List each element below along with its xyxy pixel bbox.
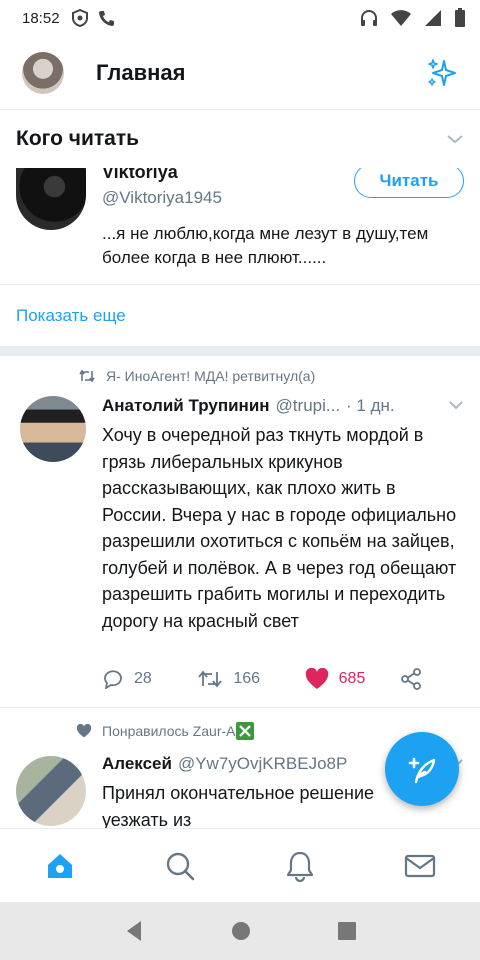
headset-icon bbox=[361, 10, 377, 26]
tweet-author-avatar[interactable] bbox=[16, 756, 86, 826]
tab-home[interactable] bbox=[30, 836, 90, 896]
tab-messages[interactable] bbox=[390, 836, 450, 896]
page-title: Главная bbox=[96, 59, 186, 85]
home-circle-icon[interactable] bbox=[230, 920, 252, 942]
tweet-author-name[interactable]: Алексей bbox=[102, 754, 172, 774]
mail-icon bbox=[404, 854, 436, 877]
tweet-text: Принял окончательное решение уезжать из bbox=[102, 783, 375, 828]
compose-tweet-button[interactable] bbox=[385, 732, 459, 806]
heart-icon bbox=[76, 724, 92, 738]
reply-count: 28 bbox=[134, 670, 152, 687]
battery-icon bbox=[455, 8, 465, 27]
like-button[interactable]: 685 bbox=[305, 668, 400, 690]
tweet-author-handle[interactable]: @Yw7yOvjKRBEJo8P bbox=[178, 754, 347, 774]
who-to-follow-title: Кого читать bbox=[16, 127, 140, 150]
suggested-user-name: Viktoriya bbox=[102, 168, 178, 182]
status-time: 18:52 bbox=[22, 9, 60, 27]
system-navigation-bar bbox=[0, 902, 480, 960]
cross-mark-icon bbox=[235, 722, 254, 740]
tweet-actions: 28 166 685 bbox=[102, 668, 422, 690]
tab-search[interactable] bbox=[150, 836, 210, 896]
tweet-text: Хочу в очередной раз ткнуть мордой в гря… bbox=[102, 425, 457, 631]
retweet-icon bbox=[79, 369, 95, 383]
follow-button[interactable]: Читать bbox=[354, 168, 464, 198]
chevron-down-icon[interactable] bbox=[448, 400, 464, 410]
suggested-user[interactable]: Viktoriya @Viktoriya1945 Читать ...я не … bbox=[0, 168, 480, 284]
bottom-navigation bbox=[0, 828, 480, 902]
like-count: 685 bbox=[338, 670, 366, 687]
tweet-context-text: Я- ИноАгент! МДА! ретвитнул(а) bbox=[106, 368, 316, 384]
share-icon bbox=[401, 668, 421, 690]
reply-button[interactable]: 28 bbox=[102, 669, 197, 689]
tweet[interactable]: Я- ИноАгент! МДА! ретвитнул(а) Анатолий … bbox=[0, 356, 480, 708]
section-divider bbox=[0, 346, 480, 356]
tab-notifications[interactable] bbox=[270, 836, 330, 896]
profile-avatar[interactable] bbox=[22, 51, 64, 94]
tweet-author-name[interactable]: Анатолий Трупинин bbox=[102, 396, 270, 416]
reply-icon bbox=[104, 670, 122, 689]
tweet-context-text: Понравилось Zaur-A bbox=[102, 723, 236, 739]
status-bar: 18:52 bbox=[0, 0, 480, 36]
home-icon bbox=[48, 853, 72, 878]
tweet-author-handle[interactable]: @trupi... bbox=[276, 396, 341, 416]
search-icon bbox=[166, 852, 195, 880]
top-app-bar: Главная bbox=[0, 36, 480, 110]
tweet-header: Анатолий Трупинин @trupi... · 1 дн. bbox=[102, 396, 395, 416]
retweet-button[interactable]: 166 bbox=[197, 670, 304, 688]
back-icon[interactable] bbox=[123, 919, 145, 943]
retweet-count: 166 bbox=[233, 670, 261, 687]
retweet-icon bbox=[198, 670, 223, 688]
share-button[interactable] bbox=[400, 668, 422, 690]
tweet-context: Я- ИноАгент! МДА! ретвитнул(а) bbox=[78, 368, 315, 384]
tweet-author-avatar[interactable] bbox=[20, 396, 86, 462]
recents-icon[interactable] bbox=[337, 921, 357, 941]
tweet-time: · 1 дн. bbox=[346, 396, 395, 415]
suggested-user-handle: @Viktoriya1945 bbox=[102, 188, 222, 207]
chevron-down-icon[interactable] bbox=[446, 133, 464, 145]
signal-icon bbox=[425, 10, 441, 26]
wifi-icon bbox=[391, 10, 411, 26]
shield-icon bbox=[71, 9, 88, 27]
tweet-context: Понравилось Zaur-A bbox=[76, 722, 254, 740]
who-to-follow-header: Кого читать bbox=[0, 110, 480, 168]
sparkle-icon[interactable] bbox=[426, 57, 458, 89]
suggested-user-bio: ...я не люблю,когда мне лезут в душу,тем… bbox=[102, 224, 429, 267]
compose-feather-icon bbox=[408, 757, 436, 784]
suggested-user-avatar[interactable] bbox=[16, 168, 86, 230]
wifi-calling-icon bbox=[98, 11, 114, 26]
tweet-header: Алексей @Yw7yOvjKRBEJo8P bbox=[102, 754, 347, 774]
show-more-link[interactable]: Показать еще bbox=[0, 284, 480, 346]
bell-icon bbox=[286, 851, 314, 882]
heart-icon bbox=[305, 668, 328, 689]
